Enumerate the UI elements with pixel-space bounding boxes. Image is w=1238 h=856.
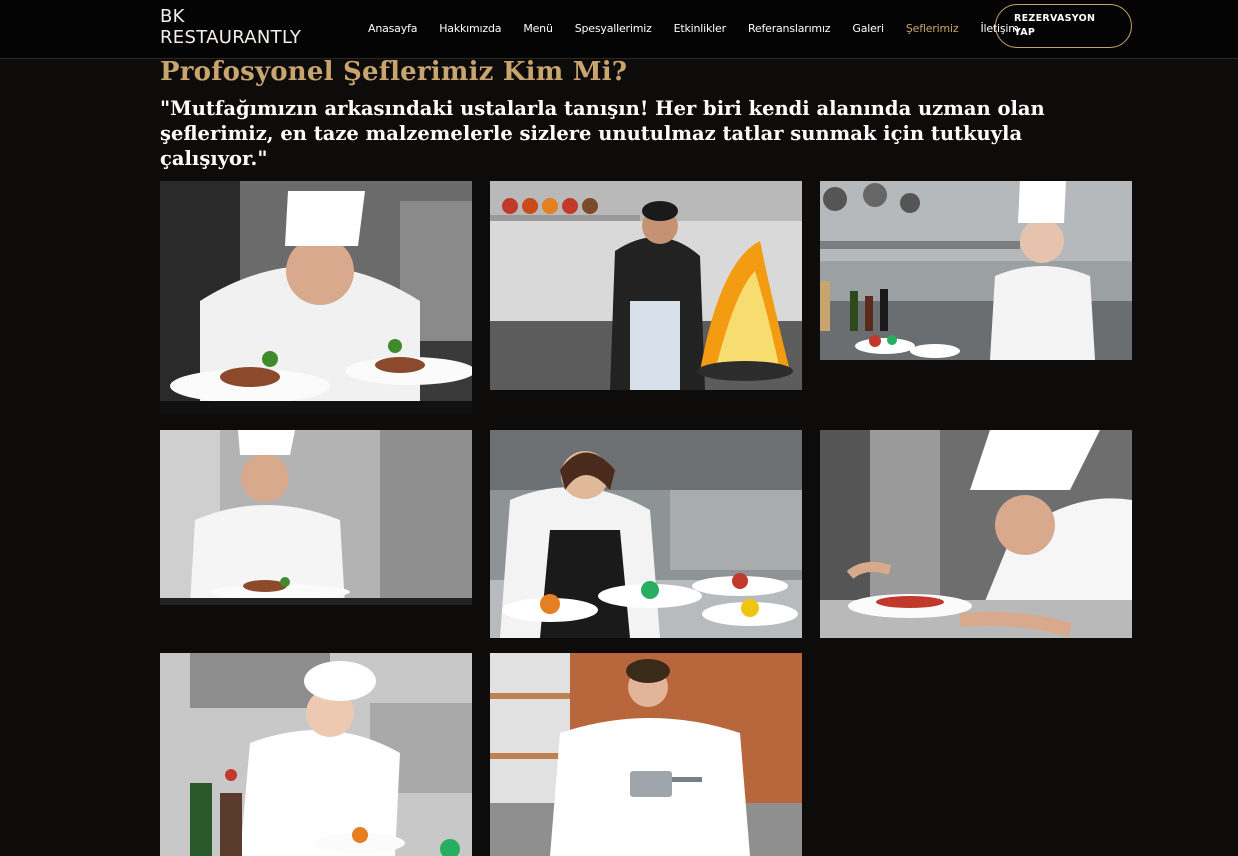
female-chef-with-pot-photo-icon (490, 653, 802, 856)
section-title: Profosyonel Şeflerimiz Kim Mi? (160, 57, 628, 87)
nav-link-spesyallerimiz[interactable]: Spesyallerimiz (575, 22, 652, 35)
smiling-chef-photo-icon (160, 430, 472, 605)
chef-photo-7[interactable] (160, 653, 472, 856)
chef-photo-5[interactable] (490, 430, 802, 638)
top-navbar: BK RESTAURANTLY Anasayfa Hakkımızda Menü… (0, 0, 1238, 59)
female-chef-smiling-photo-icon (160, 653, 472, 856)
chef-photo-8[interactable] (490, 653, 802, 856)
nav-link-anasayfa[interactable]: Anasayfa (368, 22, 417, 35)
brand-logo[interactable]: BK RESTAURANTLY (160, 6, 330, 48)
nav-link-menu[interactable]: Menü (523, 22, 553, 35)
chef-photo-1[interactable] (160, 181, 472, 414)
female-chef-garnishing-photo-icon (490, 430, 802, 638)
chef-photo-2[interactable] (490, 181, 802, 390)
chef-focused-plating-photo-icon (820, 430, 1132, 638)
chef-flambe-photo-icon (490, 181, 802, 390)
nav-link-seflerimiz[interactable]: Şeflerimiz (906, 22, 959, 35)
reservation-button[interactable]: REZERVASYON YAP (995, 4, 1132, 48)
female-chef-arms-crossed-photo-icon (820, 181, 1132, 360)
chef-plating-photo-icon (160, 181, 472, 414)
nav-link-galeri[interactable]: Galeri (852, 22, 884, 35)
nav-link-etkinlikler[interactable]: Etkinlikler (674, 22, 726, 35)
chef-photo-4[interactable] (160, 430, 472, 605)
nav-link-hakkimizda[interactable]: Hakkımızda (439, 22, 501, 35)
main-nav: Anasayfa Hakkımızda Menü Spesyallerimiz … (368, 17, 1041, 36)
section-lead: "Mutfağımızın arkasındaki ustalarla tanı… (160, 97, 1045, 170)
chef-photo-3[interactable] (820, 181, 1132, 360)
nav-link-referanslarimiz[interactable]: Referanslarımız (748, 22, 831, 35)
chef-photo-6[interactable] (820, 430, 1132, 638)
